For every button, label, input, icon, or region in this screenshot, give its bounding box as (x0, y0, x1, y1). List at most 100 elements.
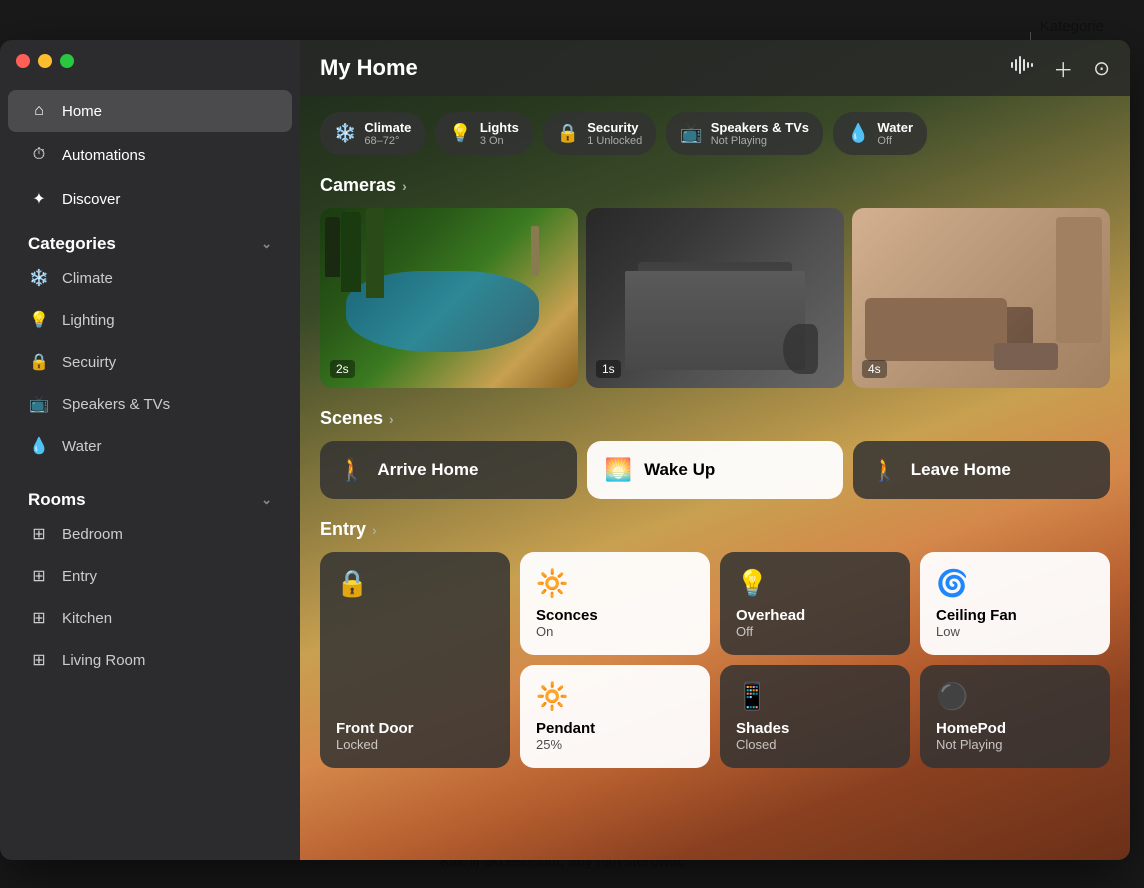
sidebar-item-speakers-tvs[interactable]: 📺 Speakers & TVs (8, 384, 292, 424)
sidebar-item-lighting[interactable]: 💡 Lighting (8, 300, 292, 340)
water-pill[interactable]: 💧 Water Off (833, 112, 927, 155)
overhead-sub: Off (736, 624, 894, 639)
camera-timestamp-3: 4s (862, 360, 887, 378)
entry-section-header[interactable]: Entry › (320, 519, 1110, 540)
living-room-icon: ⊞ (28, 649, 50, 671)
sidebar-item-automations[interactable]: ⏱ Automations (8, 134, 292, 176)
sidebar-item-entry[interactable]: ⊞ Entry (8, 556, 292, 596)
sidebar-item-water[interactable]: 💧 Water (8, 426, 292, 466)
security-icon: 🔒 (28, 351, 50, 373)
shades-icon-area: 📱 (736, 681, 894, 712)
main-window: ⌂ Home ⏱ Automations ✦ Discover Categori… (0, 40, 1130, 860)
categories-section[interactable]: Categories ⌄ (8, 222, 292, 258)
leave-home-scene[interactable]: 🚶 Leave Home (853, 441, 1110, 499)
traffic-lights (16, 54, 74, 68)
tree-3 (366, 208, 384, 298)
water-icon: 💧 (28, 435, 50, 457)
security-pill-sub: 1 Unlocked (587, 135, 642, 147)
security-pill-label: Security (587, 120, 642, 135)
arrive-home-scene[interactable]: 🚶 Arrive Home (320, 441, 577, 499)
pendant-label: Pendant (536, 720, 694, 737)
overhead-label: Overhead (736, 607, 894, 624)
security-pill-icon: 🔒 (557, 123, 579, 144)
sidebar-label-entry: Entry (62, 568, 97, 585)
sidebar-item-living-room[interactable]: ⊞ Living Room (8, 640, 292, 680)
cameras-grid: 2s 1s (320, 208, 1110, 388)
status-pills-row: ❄️ Climate 68–72° 💡 Lights 3 On 🔒 (320, 112, 1110, 155)
climate-pill-label: Climate (364, 120, 411, 135)
bedroom-icon: ⊞ (28, 523, 50, 545)
speakers-tvs-pill-label: Speakers & TVs (711, 120, 809, 135)
cameras-chevron: › (402, 178, 407, 194)
homepod-tile[interactable]: ⚫ HomePod Not Playing (920, 665, 1110, 768)
entry-icon: ⊞ (28, 565, 50, 587)
sidebar-label-bedroom: Bedroom (62, 526, 123, 543)
leave-home-icon: 🚶 (871, 457, 898, 483)
ceiling-fan-label: Ceiling Fan (936, 607, 1094, 624)
security-pill-text: Security 1 Unlocked (587, 120, 642, 147)
maximize-button[interactable] (60, 54, 74, 68)
lights-pill-icon: 💡 (449, 123, 471, 144)
pendant-icon: 🔆 (536, 681, 568, 712)
front-door-icon-area: 🔒 (336, 568, 494, 599)
sidebar-label-water: Water (62, 438, 101, 455)
sidebar-item-bedroom[interactable]: ⊞ Bedroom (8, 514, 292, 554)
front-door-tile[interactable]: 🔒 Front Door Locked (320, 552, 510, 768)
shades-tile[interactable]: 📱 Shades Closed (720, 665, 910, 768)
entry-label: Entry (320, 519, 366, 540)
page-title: My Home (320, 55, 1011, 81)
security-pill[interactable]: 🔒 Security 1 Unlocked (543, 112, 656, 155)
front-door-info: Front Door Locked (336, 720, 494, 752)
more-button[interactable]: ⊙ (1093, 56, 1110, 81)
overhead-icon-area: 💡 (736, 568, 894, 599)
pendant-tile[interactable]: 🔆 Pendant 25% (520, 665, 710, 768)
scroll-content: ❄️ Climate 68–72° 💡 Lights 3 On 🔒 (300, 96, 1130, 860)
minimize-button[interactable] (38, 54, 52, 68)
camera-timestamp-1: 2s (330, 360, 355, 378)
sconces-tile[interactable]: 🔆 Sconces On (520, 552, 710, 655)
pendant-sub: 25% (536, 737, 694, 752)
sidebar-item-security[interactable]: 🔒 Secuirty (8, 342, 292, 382)
climate-pill-sub: 68–72° (364, 135, 411, 147)
sidebar-item-kitchen[interactable]: ⊞ Kitchen (8, 598, 292, 638)
climate-pill-icon: ❄️ (334, 123, 356, 144)
scenes-label: Scenes (320, 408, 383, 429)
overhead-info: Overhead Off (736, 607, 894, 639)
sidebar-label-security: Secuirty (62, 354, 116, 371)
front-door-label: Front Door (336, 720, 494, 737)
overhead-tile[interactable]: 💡 Overhead Off (720, 552, 910, 655)
rooms-section[interactable]: Rooms ⌄ (8, 478, 292, 514)
close-button[interactable] (16, 54, 30, 68)
climate-pill[interactable]: ❄️ Climate 68–72° (320, 112, 425, 155)
sidebar-item-climate[interactable]: ❄️ Climate (8, 258, 292, 298)
scenes-section-header[interactable]: Scenes › (320, 408, 1110, 429)
wake-up-scene[interactable]: 🌅 Wake Up (587, 441, 844, 499)
camera-feed-3[interactable]: 4s (852, 208, 1110, 388)
homepod-sub: Not Playing (936, 737, 1094, 752)
climate-pill-text: Climate 68–72° (364, 120, 411, 147)
categories-label: Categories (28, 234, 116, 254)
speakers-tvs-pill-text: Speakers & TVs Not Playing (711, 120, 809, 147)
sidebar: ⌂ Home ⏱ Automations ✦ Discover Categori… (0, 40, 300, 860)
add-button[interactable]: ＋ (1053, 54, 1073, 83)
camera-feed-2[interactable]: 1s (586, 208, 844, 388)
sconces-sub: On (536, 624, 694, 639)
sidebar-label-automations: Automations (62, 147, 145, 164)
sidebar-item-home[interactable]: ⌂ Home (8, 90, 292, 132)
sidebar-item-discover[interactable]: ✦ Discover (8, 178, 292, 220)
lighting-icon: 💡 (28, 309, 50, 331)
kitchen-icon: ⊞ (28, 607, 50, 629)
speakers-tvs-pill[interactable]: 📺 Speakers & TVs Not Playing (666, 112, 823, 155)
lights-pill[interactable]: 💡 Lights 3 On (435, 112, 532, 155)
arrive-home-icon: 🚶 (338, 457, 365, 483)
water-pill-icon: 💧 (847, 123, 869, 144)
speakers-tvs-pill-sub: Not Playing (711, 135, 809, 147)
header: My Home ＋ ⊙ (300, 40, 1130, 96)
camera-feed-1[interactable]: 2s (320, 208, 578, 388)
ceiling-fan-icon: 🌀 (936, 568, 968, 599)
ceiling-fan-tile[interactable]: 🌀 Ceiling Fan Low (920, 552, 1110, 655)
ceiling-fan-sub: Low (936, 624, 1094, 639)
waveform-button[interactable] (1011, 56, 1033, 80)
cameras-section-header[interactable]: Cameras › (320, 175, 1110, 196)
wake-up-label: Wake Up (644, 460, 715, 480)
